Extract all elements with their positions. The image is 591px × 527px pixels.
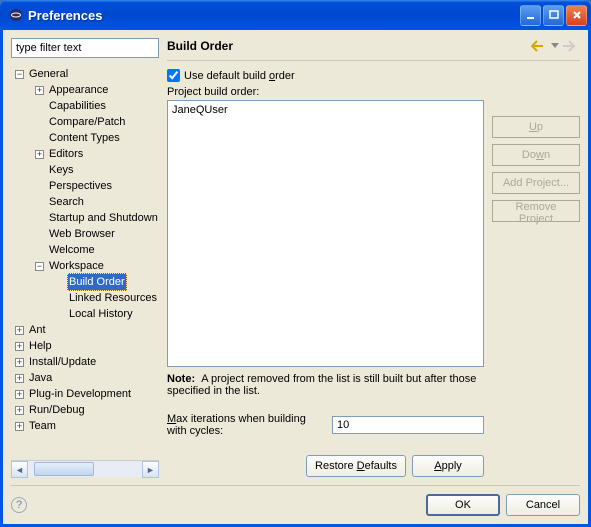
app-icon xyxy=(8,7,24,23)
expand-icon[interactable]: + xyxy=(15,406,24,415)
tree-item-capabilities[interactable]: Capabilities xyxy=(47,98,108,114)
project-order-list[interactable]: JaneQUser xyxy=(167,100,484,367)
tree-item-web[interactable]: Web Browser xyxy=(47,226,117,242)
list-item[interactable]: JaneQUser xyxy=(172,103,479,117)
tree-item-local-history[interactable]: Local History xyxy=(67,306,135,322)
tree-item-ant[interactable]: Ant xyxy=(27,322,48,338)
tree-item-perspectives[interactable]: Perspectives xyxy=(47,178,114,194)
tree-horizontal-scrollbar[interactable]: ◄ ► xyxy=(11,460,159,477)
right-panel: Build Order Use default build order Proj… xyxy=(167,38,580,477)
tree-item-plugin[interactable]: Plug-in Development xyxy=(27,386,133,402)
scroll-right-icon[interactable]: ► xyxy=(142,461,159,478)
collapse-icon[interactable]: − xyxy=(35,262,44,271)
close-button[interactable] xyxy=(566,5,587,26)
window-title: Preferences xyxy=(28,8,520,23)
restore-defaults-button[interactable]: Restore Defaults xyxy=(306,455,406,477)
list-label: Project build order: xyxy=(167,86,580,98)
collapse-icon[interactable]: − xyxy=(15,70,24,79)
scroll-left-icon[interactable]: ◄ xyxy=(11,461,28,478)
ok-button[interactable]: OK xyxy=(426,494,500,516)
tree-item-content-types[interactable]: Content Types xyxy=(47,130,122,146)
tree-item-editors[interactable]: Editors xyxy=(47,146,85,162)
tree-item-welcome[interactable]: Welcome xyxy=(47,242,97,258)
client-area: −General +Appearance Capabilities Compar… xyxy=(3,30,588,524)
preferences-window: Preferences −General +Appearance Capabil… xyxy=(0,0,591,527)
down-button[interactable]: Down xyxy=(492,144,580,166)
nav-forward-icon[interactable] xyxy=(562,38,580,54)
tree-item-startup[interactable]: Startup and Shutdown xyxy=(47,210,159,226)
expand-icon[interactable]: + xyxy=(15,358,24,367)
tree-item-workspace[interactable]: Workspace xyxy=(47,258,106,274)
max-iterations-label: Max iterations when building with cycles… xyxy=(167,413,326,437)
tree-item-compare[interactable]: Compare/Patch xyxy=(47,114,127,130)
note-text: Note: A project removed from the list is… xyxy=(167,373,484,397)
tree-item-help[interactable]: Help xyxy=(27,338,54,354)
preferences-tree[interactable]: −General +Appearance Capabilities Compar… xyxy=(11,64,159,434)
left-panel: −General +Appearance Capabilities Compar… xyxy=(11,38,159,477)
filter-input[interactable] xyxy=(11,38,159,58)
tree-item-linked[interactable]: Linked Resources xyxy=(67,290,159,306)
up-button[interactable]: Up xyxy=(492,116,580,138)
tree-item-search[interactable]: Search xyxy=(47,194,86,210)
expand-icon[interactable]: + xyxy=(15,326,24,335)
titlebar[interactable]: Preferences xyxy=(0,0,591,30)
use-default-checkbox[interactable] xyxy=(167,69,180,82)
expand-icon[interactable]: + xyxy=(15,342,24,351)
tree-item-team[interactable]: Team xyxy=(27,418,58,434)
use-default-label: Use default build order xyxy=(184,70,295,82)
tree-item-install[interactable]: Install/Update xyxy=(27,354,98,370)
tree-item-general[interactable]: General xyxy=(27,66,70,82)
remove-project-button[interactable]: Remove Project xyxy=(492,200,580,222)
cancel-button[interactable]: Cancel xyxy=(506,494,580,516)
tree-item-java[interactable]: Java xyxy=(27,370,54,386)
nav-back-menu-icon[interactable] xyxy=(550,38,560,54)
max-iterations-input[interactable] xyxy=(332,416,484,434)
apply-button[interactable]: Apply xyxy=(412,455,484,477)
help-icon[interactable]: ? xyxy=(11,497,27,513)
scroll-thumb[interactable] xyxy=(34,462,94,476)
minimize-button[interactable] xyxy=(520,5,541,26)
nav-back-icon[interactable] xyxy=(530,38,548,54)
expand-icon[interactable]: + xyxy=(15,422,24,431)
tree-item-build-order[interactable]: Build Order xyxy=(67,273,127,291)
maximize-button[interactable] xyxy=(543,5,564,26)
expand-icon[interactable]: + xyxy=(35,86,44,95)
tree-item-keys[interactable]: Keys xyxy=(47,162,75,178)
tree-item-run[interactable]: Run/Debug xyxy=(27,402,87,418)
tree-item-appearance[interactable]: Appearance xyxy=(47,82,110,98)
add-project-button[interactable]: Add Project... xyxy=(492,172,580,194)
page-title: Build Order xyxy=(167,39,528,53)
expand-icon[interactable]: + xyxy=(15,374,24,383)
expand-icon[interactable]: + xyxy=(15,390,24,399)
expand-icon[interactable]: + xyxy=(35,150,44,159)
